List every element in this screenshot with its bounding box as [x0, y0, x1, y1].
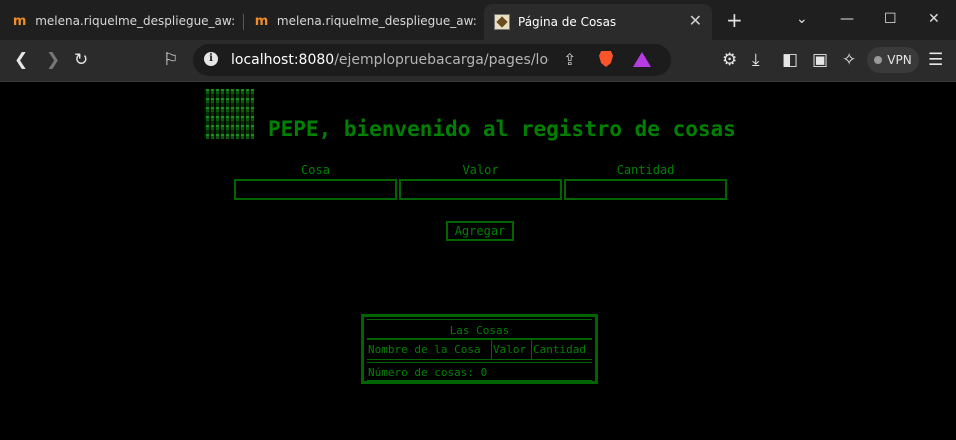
vpn-label: VPN	[887, 53, 912, 67]
tab-label: melena.riquelme_despliegue_aw: Pr	[35, 14, 240, 28]
close-icon[interactable]: ✕	[689, 13, 702, 29]
minimize-icon[interactable]: —	[840, 10, 854, 28]
vpn-status-icon	[874, 56, 883, 64]
table-rule	[367, 380, 592, 381]
tab-moodle-2[interactable]: m melena.riquelme_despliegue_aw: Pr	[254, 6, 478, 36]
tab-strip: m melena.riquelme_despliegue_aw: Pr m me…	[0, 0, 956, 40]
table-rule	[367, 359, 592, 360]
url-text[interactable]: localhost:8080/ejemplopruebacarga/pages/…	[231, 52, 549, 68]
cosa-input[interactable]	[234, 179, 397, 200]
extensions-icon[interactable]: ⚙	[722, 50, 737, 70]
header-nombre: Nombre de la Cosa	[368, 343, 481, 356]
cantidad-input[interactable]	[564, 179, 727, 200]
tab-label: melena.riquelme_despliegue_aw: Pr	[276, 14, 478, 28]
vpn-button[interactable]: VPN	[867, 47, 919, 73]
back-icon[interactable]: ❮	[14, 50, 28, 70]
share-icon[interactable]: ⇪	[563, 50, 576, 69]
address-bar[interactable]: i localhost:8080/ejemplopruebacarga/page…	[193, 44, 671, 76]
header-valor: Valor	[493, 343, 527, 356]
matrix-logo	[204, 89, 254, 139]
window-close-icon[interactable]: ✕	[928, 10, 940, 28]
valor-input[interactable]	[399, 179, 562, 200]
forward-icon[interactable]: ❯	[46, 50, 60, 70]
table-footer-count: Número de cosas: 0	[368, 366, 488, 379]
menu-icon[interactable]: ☰	[928, 50, 943, 70]
tab-moodle-1[interactable]: m melena.riquelme_despliegue_aw: Pr	[12, 6, 240, 36]
reload-icon[interactable]: ↻	[74, 50, 88, 70]
brave-shields-icon[interactable]	[599, 51, 613, 67]
info-icon[interactable]: i	[204, 52, 218, 66]
table-rule	[367, 338, 592, 340]
page-content: PEPE, bienvenido al registro de cosas Co…	[0, 82, 956, 440]
cosas-table: Las Cosas Nombre de la Cosa Valor Cantid…	[361, 314, 598, 384]
cosa-label: Cosa	[301, 163, 330, 177]
tab-separator	[243, 14, 244, 30]
page-title: PEPE, bienvenido al registro de cosas	[268, 117, 736, 141]
sidebar-icon[interactable]: ◧	[782, 50, 798, 70]
moodle-icon: m	[12, 13, 27, 29]
chevron-down-icon[interactable]: ⌄	[796, 10, 808, 28]
tab-pagina-de-cosas[interactable]: Página de Cosas ✕	[484, 4, 712, 40]
bookmark-icon[interactable]: ⚐	[163, 50, 178, 70]
table-rule	[531, 340, 532, 359]
brave-rewards-icon[interactable]	[633, 52, 651, 67]
download-icon[interactable]: ⤓	[752, 50, 760, 70]
page-favicon-icon	[494, 14, 510, 30]
url-host: localhost:8080	[231, 52, 335, 68]
table-rule	[367, 362, 592, 363]
valor-label: Valor	[462, 163, 499, 177]
table-rule	[491, 340, 492, 359]
browser-toolbar: ❮ ❯ ↻ ⚐ i localhost:8080/ejemplopruebaca…	[0, 40, 956, 82]
wallet-icon[interactable]: ▣	[812, 50, 828, 70]
header-cantidad: Cantidad	[533, 343, 586, 356]
table-caption: Las Cosas	[449, 324, 510, 337]
moodle-icon: m	[254, 13, 269, 29]
table-rule	[367, 319, 592, 320]
maximize-icon[interactable]: ☐	[884, 10, 897, 28]
new-tab-icon[interactable]: +	[726, 10, 743, 30]
cantidad-label: Cantidad	[616, 163, 675, 177]
leo-ai-icon[interactable]: ✧	[842, 50, 856, 70]
tab-label: Página de Cosas	[518, 15, 617, 29]
url-path: /ejemplopruebacarga/pages/login.j...	[334, 52, 549, 68]
agregar-button[interactable]: Agregar	[446, 221, 514, 241]
